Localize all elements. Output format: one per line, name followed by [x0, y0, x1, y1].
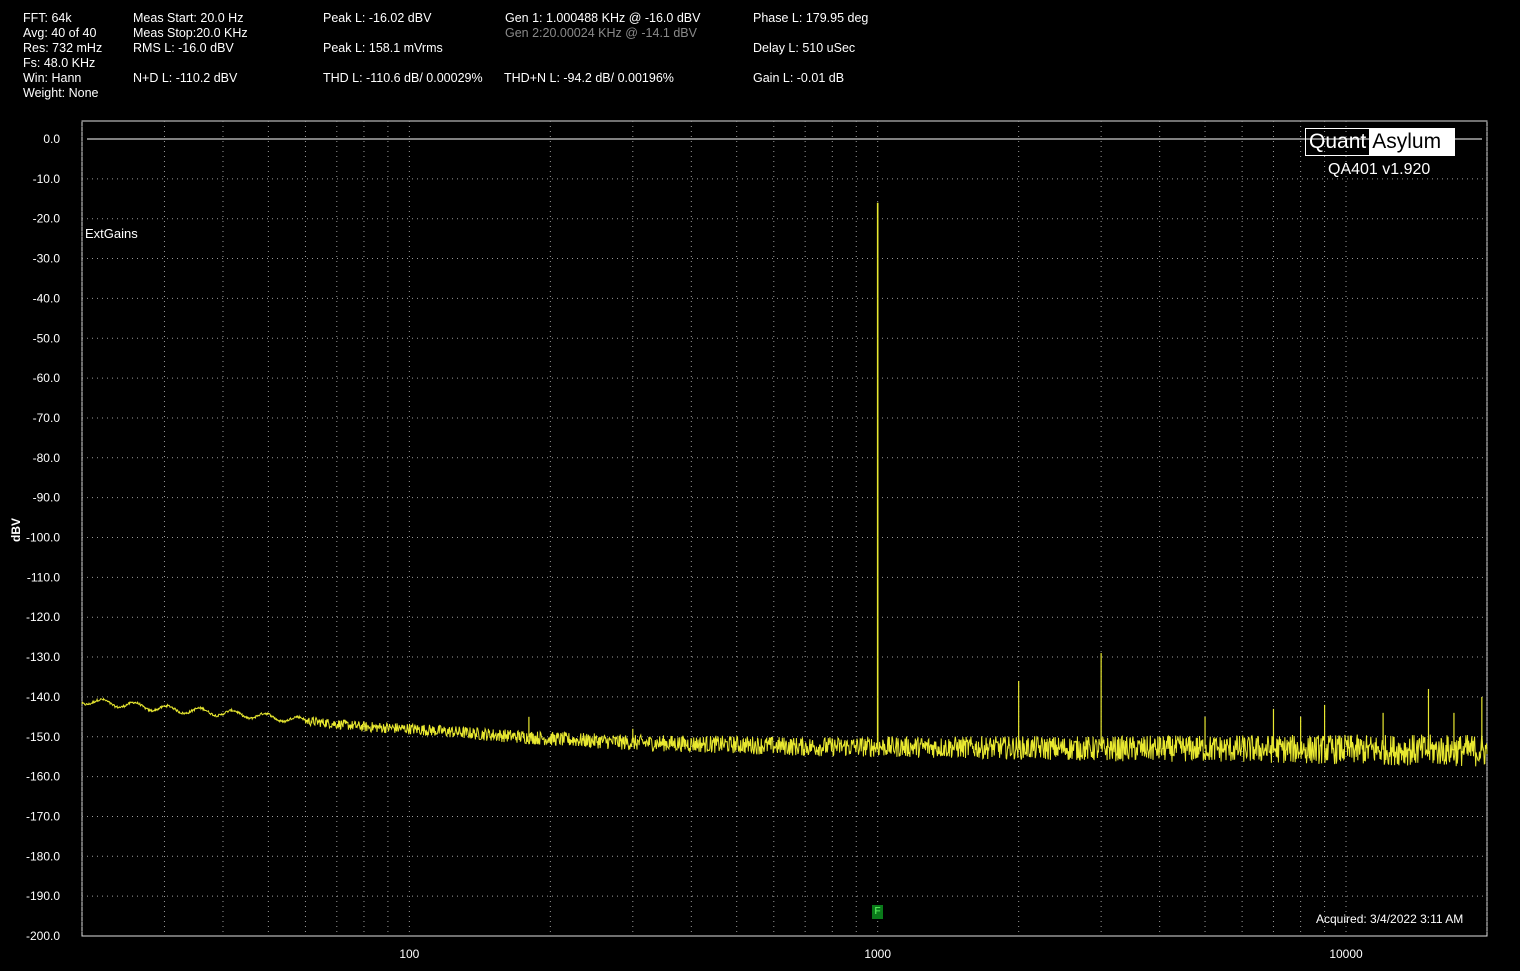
y-tick-label: -200.0 [26, 929, 60, 943]
x-tick-label: 100 [399, 947, 419, 961]
extgains-label: ExtGains [85, 226, 138, 241]
y-tick-label: -20.0 [33, 212, 61, 226]
x-tick-label: 1000 [864, 947, 891, 961]
y-axis-ticks: 0.0 -10.0 -20.0 -30.0 -40.0 -50.0 -60.0 -70.0 -8… [26, 132, 60, 943]
y-tick-label: -140.0 [26, 690, 60, 704]
x-tick-label: 10000 [1329, 947, 1363, 961]
y-tick-label: -10.0 [33, 172, 61, 186]
spectrum-trace [81, 202, 1488, 767]
y-axis-label: dBV [9, 518, 23, 542]
noise-floor-trace [81, 697, 1488, 767]
logo-part-quant: Quant [1309, 130, 1367, 153]
y-tick-label: -50.0 [33, 331, 61, 345]
y-tick-label: -90.0 [33, 491, 61, 505]
plot-frame [81, 120, 1488, 937]
y-tick-label: -150.0 [26, 730, 60, 744]
y-tick-label: 0.0 [43, 132, 60, 146]
x-axis-ticks: 100 1000 10000 [399, 947, 1363, 961]
y-tick-label: -120.0 [26, 610, 60, 624]
logo-part-asylum: Asylum [1369, 129, 1454, 155]
version-label: QA401 v1.920 [1328, 161, 1431, 178]
y-tick-label: -160.0 [26, 770, 60, 784]
quantasylum-logo: Quant Asylum [1305, 128, 1455, 156]
spectrum-chart[interactable]: 0.0 -10.0 -20.0 -30.0 -40.0 -50.0 -60.0 -70.0 -8… [0, 0, 1520, 971]
acquired-timestamp: Acquired: 3/4/2022 3:11 AM [1316, 912, 1464, 926]
fundamental-marker[interactable]: F [872, 905, 883, 919]
y-tick-label: -100.0 [26, 531, 60, 545]
y-tick-label: -190.0 [26, 889, 60, 903]
y-tick-label: -80.0 [33, 451, 61, 465]
y-tick-label: -60.0 [33, 371, 61, 385]
y-tick-label: -130.0 [26, 650, 60, 664]
y-tick-label: -70.0 [33, 411, 61, 425]
y-tick-label: -180.0 [26, 849, 60, 863]
y-tick-label: -40.0 [33, 291, 61, 305]
grid [81, 121, 1488, 936]
y-tick-label: -170.0 [26, 809, 60, 823]
y-tick-label: -110.0 [27, 570, 60, 584]
y-tick-label: -30.0 [33, 252, 61, 266]
